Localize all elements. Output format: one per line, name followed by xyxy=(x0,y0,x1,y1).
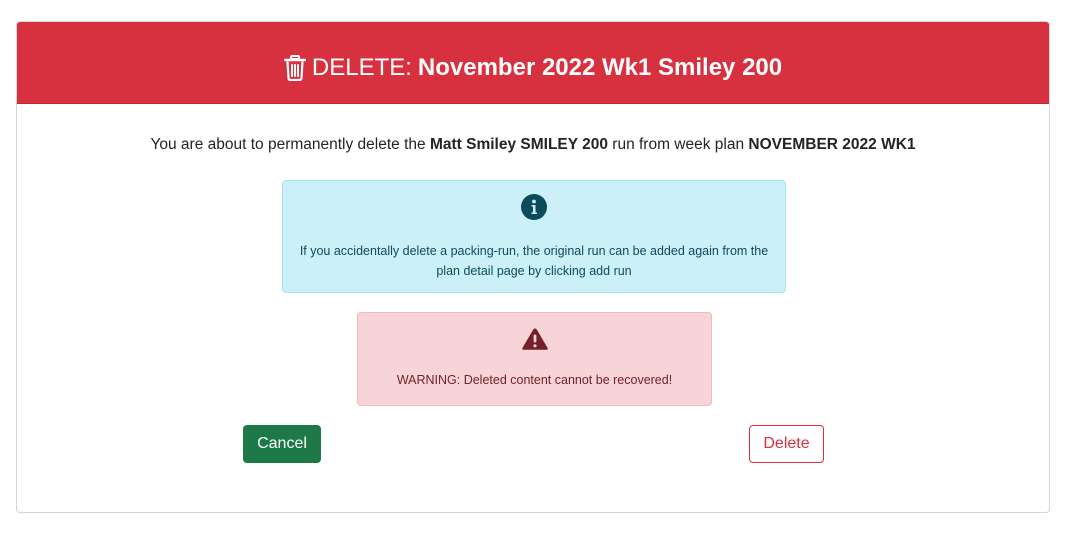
warning-triangle-icon xyxy=(521,327,549,351)
delete-message: You are about to permanently delete the … xyxy=(17,136,1049,154)
info-text: If you accidentally delete a packing-run… xyxy=(299,244,769,278)
card-header: DELETE: November 2022 Wk1 Smiley 200 xyxy=(17,22,1049,104)
title-prefix: DELETE: xyxy=(311,53,412,81)
warning-alert: WARNING: Deleted content cannot be recov… xyxy=(357,312,712,406)
title-plan-name: November 2022 Wk1 Smiley 200 xyxy=(417,53,783,81)
trash-icon xyxy=(283,54,306,81)
run-name: Matt Smiley SMILEY 200 xyxy=(429,136,608,153)
delete-button[interactable]: Delete xyxy=(749,425,824,463)
week-plan-name: NOVEMBER 2022 WK1 xyxy=(748,136,916,153)
warning-text: WARNING: Deleted content cannot be recov… xyxy=(396,373,673,387)
page-title: DELETE: November 2022 Wk1 Smiley 200 xyxy=(283,53,783,82)
message-text-before: You are about to permanently delete the xyxy=(150,136,426,153)
info-alert: If you accidentally delete a packing-run… xyxy=(282,180,786,293)
info-circle-icon xyxy=(521,194,547,220)
cancel-button[interactable]: Cancel xyxy=(243,425,321,463)
message-text-middle: run from week plan xyxy=(612,136,745,153)
delete-confirmation-card: DELETE: November 2022 Wk1 Smiley 200 You… xyxy=(16,21,1050,513)
